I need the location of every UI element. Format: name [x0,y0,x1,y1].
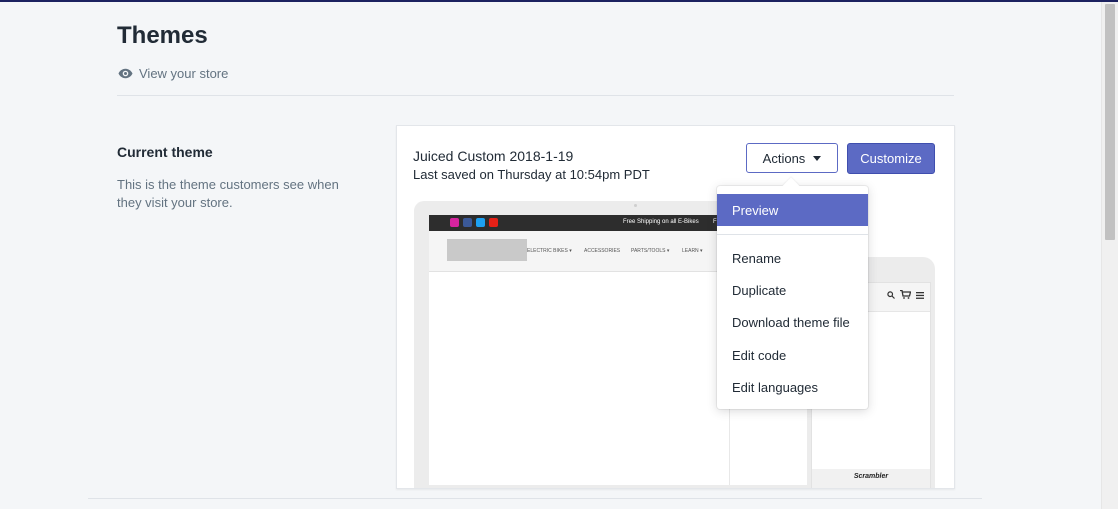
menu-icon [916,291,924,302]
vertical-scrollbar[interactable] [1101,2,1118,509]
theme-card: Juiced Custom 2018-1-19 Last saved on Th… [396,125,955,489]
store-nav-item: ELECTRIC BIKES ▾ [527,248,572,254]
actions-button-label: Actions [762,150,806,166]
theme-last-saved: Last saved on Thursday at 10:54pm PDT [413,167,650,182]
youtube-icon [489,218,498,227]
page-title: Themes [117,22,208,49]
twitter-icon [476,218,485,227]
current-theme-description: This is the theme customers see when the… [117,177,339,210]
theme-name: Juiced Custom 2018-1-19 [413,148,574,164]
menu-item-edit-languages[interactable]: Edit languages [717,371,868,403]
menu-separator [717,234,868,235]
store-logo-placeholder [447,239,527,261]
menu-item-rename[interactable]: Rename [717,242,868,274]
instagram-icon [450,218,459,227]
view-store-link[interactable]: View your store [118,66,228,81]
view-store-label: View your store [139,66,229,81]
scrollbar-thumb[interactable] [1105,4,1115,240]
customize-button[interactable]: Customize [847,143,935,174]
store-nav-item: PARTS/TOOLS ▾ [631,248,670,254]
camera-dot [634,204,637,207]
facebook-icon [463,218,472,227]
header-divider [117,95,954,96]
eye-icon [118,68,133,79]
announcement-text: Free Shipping on all E-Bikes [623,219,699,225]
menu-item-edit-code[interactable]: Edit code [717,339,868,371]
mobile-product-label: Scrambler [853,473,889,480]
store-nav-item: LEARN ▾ [682,248,703,254]
current-theme-heading: Current theme [117,144,213,160]
section-divider [88,498,982,499]
store-nav-item: ACCESSORIES [584,248,621,254]
search-icon [887,290,895,302]
menu-item-duplicate[interactable]: Duplicate [717,274,868,306]
actions-button[interactable]: Actions [746,143,838,173]
cart-icon [900,289,912,302]
top-accent-bar [0,0,1118,2]
actions-dropdown-menu: Preview Rename Duplicate Download theme … [717,177,868,409]
menu-item-preview[interactable]: Preview [717,194,868,226]
menu-item-download-theme-file[interactable]: Download theme file [717,306,868,338]
caret-down-icon [813,155,822,161]
